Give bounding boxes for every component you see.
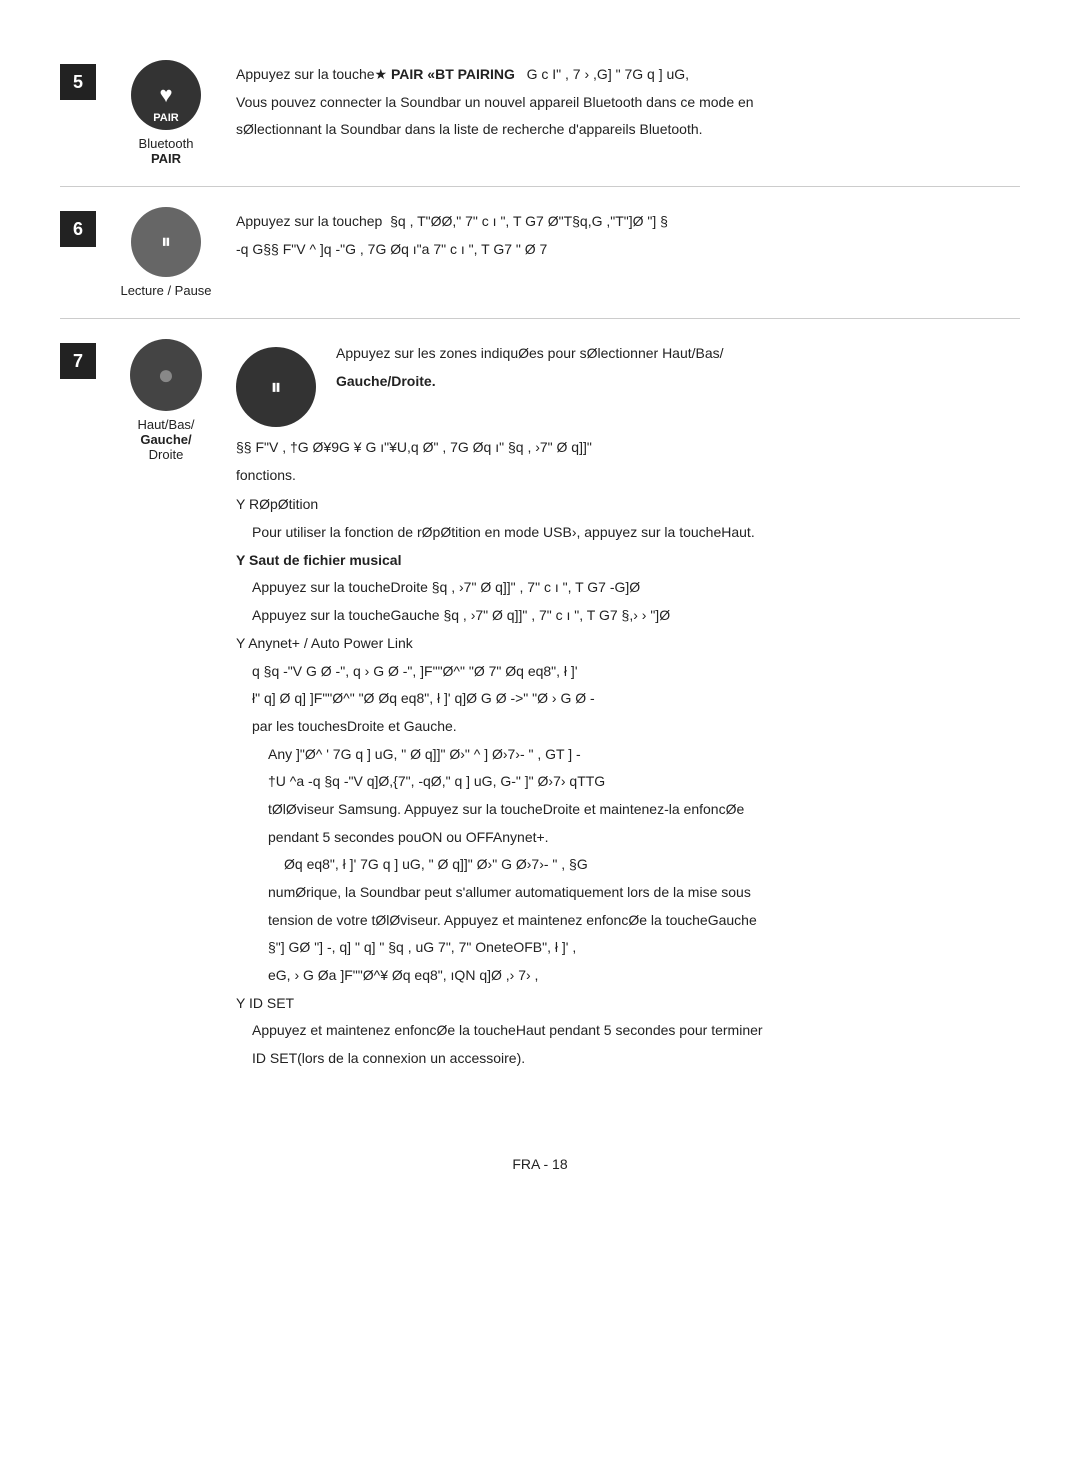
section-7-anynet-4: Any ]"Ø^ ' 7G q ] uG, " Ø q]]" Ø›" ^ ] Ø… (236, 744, 1020, 766)
bluetooth-pair-button[interactable]: ♥ PAIR (131, 60, 201, 130)
section-7-anynet-5: †U ^a -q §q -"V q]Ø,{7", -qØ," q ] uG, G… (236, 771, 1020, 793)
play-pause-icon: ⏸ (161, 231, 171, 254)
section-7-icon-label: Haut/Bas/ Gauche/ Droite (137, 417, 194, 462)
section-6: 6 ⏸ Lecture / Pause Appuyez sur la touch… (60, 187, 1020, 319)
section-5-line1: Appuyez sur la touche★ PAIR «BT PAIRING … (236, 64, 1020, 86)
section-5-icon-area: ♥ PAIR Bluetooth PAIR (116, 60, 216, 166)
section-7-text: Appuyez sur les zones indiquØes pour sØl… (336, 343, 1020, 398)
section-7-inner: ⏸ Appuyez sur les zones indiquØes pour s… (236, 343, 1020, 427)
play-pause-button[interactable]: ⏸ (131, 207, 201, 277)
section-7-intro1: Appuyez sur les zones indiquØes pour sØl… (336, 343, 1020, 365)
section-7-anynet-2: ł" q] Ø q] ]F""Ø^" "Ø Øq eq8", ł ]' q]Ø … (236, 688, 1020, 710)
section-number-5: 5 (60, 64, 96, 100)
section-7-idset-text2: ID SET(lors de la connexion un accessoir… (236, 1048, 1020, 1070)
bluetooth-icon: ♥ (159, 82, 172, 108)
section-7: 7 ● Haut/Bas/ Gauche/ Droite ⏸ Appuyez s… (60, 319, 1020, 1096)
section-7-idset-text1: Appuyez et maintenez enfoncØe la toucheH… (236, 1020, 1020, 1042)
section-7-anynet-label: Y Anynet+ / Auto Power Link (236, 633, 1020, 655)
page-footer: FRA - 18 (60, 1156, 1020, 1172)
section-7-skip-droite: Appuyez sur la toucheDroite §q , ›7" Ø q… (236, 577, 1020, 599)
section-5-icon-label: Bluetooth PAIR (139, 136, 194, 166)
section-6-line1: Appuyez sur la touchep §q , T"ØØ," 7" c … (236, 211, 1020, 233)
section-7-anynet-3: par les touchesDroite et Gauche. (236, 716, 1020, 738)
play-pause-icon-large: ⏸ (270, 370, 281, 404)
section-7-anynet-7: pendant 5 secondes pouON ou OFFAnynet+. (236, 827, 1020, 849)
section-5: 5 ♥ PAIR Bluetooth PAIR Appuyez sur la t… (60, 40, 1020, 187)
section-7-content: ⏸ Appuyez sur les zones indiquØes pour s… (236, 339, 1020, 1076)
section-number-7: 7 (60, 343, 96, 379)
section-7-anynet-11: §"] GØ "] -, q] " q] " §q , uG 7", 7" On… (236, 937, 1020, 959)
section-7-skip-gauche: Appuyez sur la toucheGauche §q , ›7" Ø q… (236, 605, 1020, 627)
section-7-icon-area: ● Haut/Bas/ Gauche/ Droite (116, 339, 216, 462)
section-6-line2: -q G§§ F"V ^ ]q -"G , 7G Øq ı"a 7" c ı "… (236, 239, 1020, 261)
page-number: FRA - 18 (512, 1156, 567, 1172)
section-7-idset-label: Y ID SET (236, 993, 1020, 1015)
section-7-rep-text: Pour utiliser la fonction de rØpØtition … (236, 522, 1020, 544)
direction-button[interactable]: ● (130, 339, 202, 411)
section-5-content: Appuyez sur la touche★ PAIR «BT PAIRING … (236, 60, 1020, 147)
pair-label-inner: PAIR (153, 112, 178, 124)
section-5-line2: Vous pouvez connecter la Soundbar un nou… (236, 92, 1020, 114)
section-7-anynet-10: tension de votre tØlØviseur. Appuyez et … (236, 910, 1020, 932)
section-7-anynet-12: eG, › G Øa ]F""Ø^¥ Øq eq8", ıQN q]Ø ,› 7… (236, 965, 1020, 987)
section-7-anynet-1: q §q -"V G Ø -", q › G Ø -", ]F""Ø^" "Ø … (236, 661, 1020, 683)
section-7-intro2: Gauche/Droite. (336, 371, 1020, 393)
section-7-skip-label: Y Saut de fichier musical (236, 550, 1020, 572)
section-7-func2: fonctions. (236, 465, 1020, 487)
section-6-icon-label: Lecture / Pause (120, 283, 211, 298)
section-7-mid-icon: ⏸ (236, 343, 316, 427)
section-5-line3: sØlectionnant la Soundbar dans la liste … (236, 119, 1020, 141)
section-number-6: 6 (60, 211, 96, 247)
section-7-func1: §§ F"V , †G Ø¥9G ¥ G ı"¥U,q Ø" , 7G Øq ı… (236, 437, 1020, 459)
section-7-rep-label: Y RØpØtition (236, 494, 1020, 516)
direction-button-large[interactable]: ⏸ (236, 347, 316, 427)
section-7-anynet-8: Øq eq8", ł ]' 7G q ] uG, " Ø q]]" Ø›" G … (236, 854, 1020, 876)
section-7-anynet-9: numØrique, la Soundbar peut s'allumer au… (236, 882, 1020, 904)
section-6-content: Appuyez sur la touchep §q , T"ØØ," 7" c … (236, 207, 1020, 266)
direction-icon: ● (158, 359, 175, 391)
section-6-icon-area: ⏸ Lecture / Pause (116, 207, 216, 298)
section-7-anynet-6: tØlØviseur Samsung. Appuyez sur la touch… (236, 799, 1020, 821)
